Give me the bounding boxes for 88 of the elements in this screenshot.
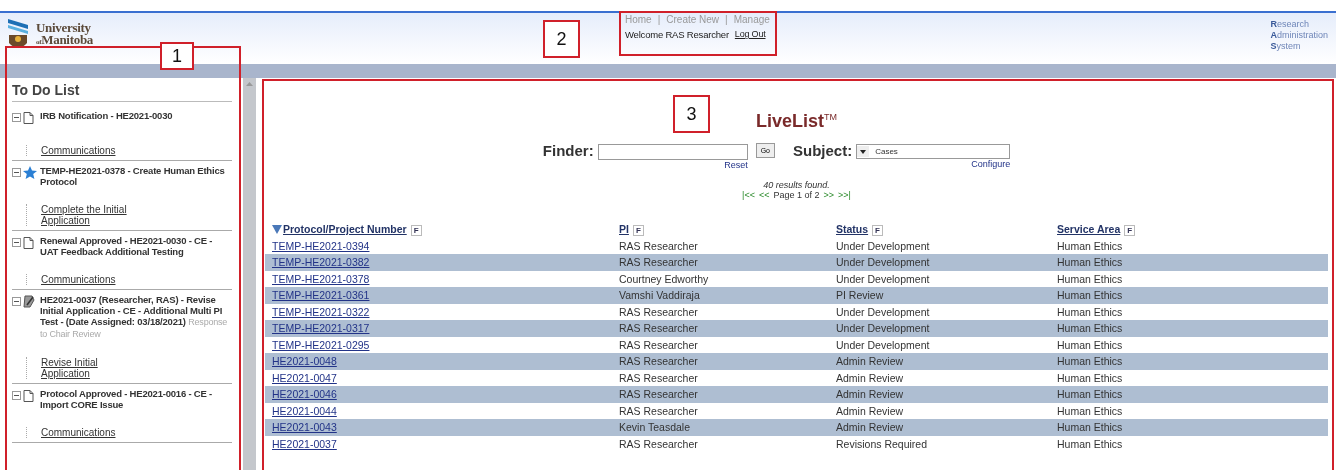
- task-link[interactable]: Communications: [26, 274, 136, 285]
- table-cell: RAS Researcher: [612, 303, 829, 320]
- task-title: Protocol Approved - HE2021-0016 - CE - Import CORE Issue: [40, 388, 214, 410]
- protocol-link[interactable]: HE2021-0047: [272, 371, 337, 384]
- table-cell: RAS Researcher: [612, 402, 829, 419]
- table-cell: Human Ethics: [1050, 303, 1328, 320]
- table-cell: Admin Review: [829, 402, 1050, 419]
- table-cell: Human Ethics: [1050, 435, 1328, 452]
- table-cell: RAS Researcher: [612, 336, 829, 353]
- protocol-link[interactable]: TEMP-HE2021-0322: [272, 305, 370, 318]
- table-cell: Human Ethics: [1050, 369, 1328, 386]
- table-cell: Human Ethics: [1050, 353, 1328, 370]
- table-cell: PI Review: [829, 287, 1050, 304]
- table-cell: Under Development: [829, 320, 1050, 337]
- table-cell: Human Ethics: [1050, 270, 1328, 287]
- protocol-link[interactable]: HE2021-0044: [272, 404, 337, 417]
- table-cell: Human Ethics: [1050, 336, 1328, 353]
- logout-link[interactable]: Log Out: [734, 29, 766, 40]
- todo-list-title: To Do List: [12, 82, 232, 102]
- protocol-link[interactable]: HE2021-0043: [272, 421, 337, 434]
- table-cell: RAS Researcher: [612, 320, 829, 337]
- task-title: HE2021-0037 (Researcher, RAS) - Revise Initial Application - CE - Additional Multi PI Test - (Date Assigned: 03/18/2021) Response to Chair Review: [40, 294, 229, 340]
- configure-link[interactable]: Configure: [971, 159, 1011, 169]
- task-link[interactable]: Revise Initial Application: [26, 357, 136, 379]
- table-cell: Under Development: [829, 336, 1050, 353]
- protocol-link[interactable]: TEMP-HE2021-0378: [272, 272, 370, 285]
- filter-button[interactable]: F: [632, 224, 644, 236]
- table-cell: Human Ethics: [1050, 386, 1328, 403]
- table-cell: Admin Review: [829, 353, 1050, 370]
- task-title: IRB Notification - HE2021-0030: [40, 110, 174, 123]
- table-cell: Courtney Edworthy: [612, 270, 829, 287]
- table-cell: Admin Review: [829, 386, 1050, 403]
- task-link[interactable]: Communications: [26, 145, 136, 156]
- table-cell: RAS Researcher: [612, 353, 829, 370]
- subject-dropdown[interactable]: Cases: [856, 144, 1011, 159]
- nav-separator: |: [725, 14, 728, 25]
- previous-page-link[interactable]: <<: [758, 190, 770, 200]
- task-link[interactable]: Communications: [26, 427, 136, 438]
- protocol-link[interactable]: HE2021-0048: [272, 355, 337, 368]
- task-link[interactable]: Complete the Initial Application: [26, 204, 136, 226]
- system-name: Research Administration System: [1270, 19, 1328, 52]
- livelist-title: LiveList$^{TM}$: [756, 111, 837, 132]
- table-cell: RAS Researcher: [612, 435, 829, 452]
- last-page-link[interactable]: >>|: [838, 190, 851, 200]
- results-count: 40 results found.: [762, 180, 831, 190]
- column-header[interactable]: Protocol/Project Number: [283, 222, 407, 235]
- reset-link[interactable]: Reset: [724, 160, 748, 170]
- table-cell: Under Development: [829, 254, 1050, 271]
- protocol-link[interactable]: TEMP-HE2021-0295: [272, 338, 370, 351]
- column-header[interactable]: PI: [619, 222, 629, 235]
- table-cell: Admin Review: [829, 369, 1050, 386]
- table-cell: RAS Researcher: [612, 386, 829, 403]
- protocol-link[interactable]: HE2021-0046: [272, 388, 337, 401]
- table-cell: Human Ethics: [1050, 254, 1328, 271]
- table-cell: Human Ethics: [1050, 287, 1328, 304]
- column-header[interactable]: Service Area: [1057, 222, 1121, 235]
- page-indicator: Page 1 of 2: [773, 190, 820, 200]
- table-cell: Human Ethics: [1050, 419, 1328, 436]
- protocol-link[interactable]: TEMP-HE2021-0394: [272, 239, 370, 252]
- filter-button[interactable]: F: [1124, 224, 1136, 236]
- protocol-link[interactable]: HE2021-0037: [272, 437, 337, 450]
- table-cell: Human Ethics: [1050, 237, 1328, 254]
- column-header[interactable]: Status: [836, 222, 869, 235]
- callout-number: 3: [673, 95, 710, 133]
- table-cell: RAS Researcher: [612, 369, 829, 386]
- table-cell: Under Development: [829, 270, 1050, 287]
- callout-number: 2: [543, 20, 580, 58]
- table-cell: Revisions Required: [829, 435, 1050, 452]
- table-cell: Vamshi Vaddiraja: [612, 287, 829, 304]
- finder-label: Finder:: [542, 142, 594, 159]
- table-cell: RAS Researcher: [612, 237, 829, 254]
- welcome-text: Welcome RAS Resarcher: [625, 29, 729, 40]
- table-cell: RAS Researcher: [612, 254, 829, 271]
- table-cell: Under Development: [829, 303, 1050, 320]
- callout-number: 1: [160, 42, 194, 70]
- table-cell: Under Development: [829, 237, 1050, 254]
- nav-separator: |: [657, 14, 661, 25]
- table-cell: Kevin Teasdale: [612, 419, 829, 436]
- next-page-link[interactable]: >>: [823, 190, 835, 200]
- table-cell: Admin Review: [829, 419, 1050, 436]
- subject-label: Subject:: [793, 142, 853, 159]
- first-page-link[interactable]: |<<: [742, 190, 755, 200]
- table-cell: Human Ethics: [1050, 402, 1328, 419]
- table-cell: Human Ethics: [1050, 320, 1328, 337]
- filter-button[interactable]: F: [410, 224, 422, 236]
- filter-button[interactable]: F: [872, 224, 883, 236]
- task-title: Renewal Approved - HE2021-0030 - CE - UAT Feedback Additional Testing: [40, 235, 214, 257]
- task-title: TEMP-HE2021-0378 - Create Human Ethics Protocol: [40, 165, 226, 187]
